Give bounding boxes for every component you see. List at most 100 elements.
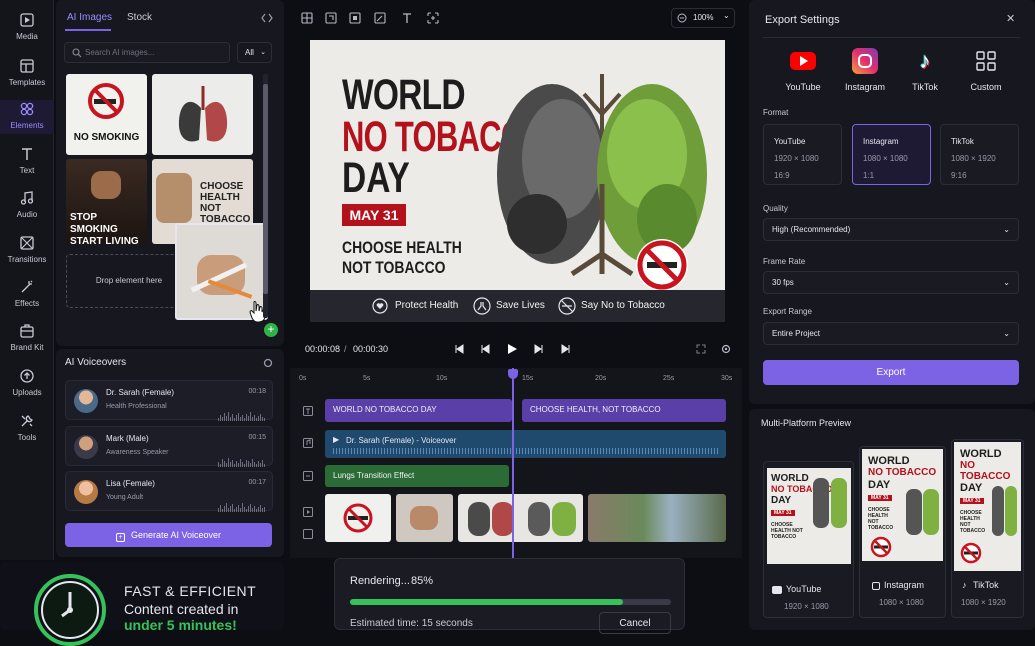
voice-item[interactable]: Lisa (Female) Young Adult 00:17 [65,471,273,512]
lung-shape [831,478,847,528]
rail-item-tools[interactable]: Tools [0,413,54,442]
rail-item-audio[interactable]: Audio [0,190,54,219]
text-clip[interactable]: WORLD NO TOBACCO DAY [325,399,512,422]
skip-end-icon[interactable] [561,344,571,354]
drop-zone[interactable]: Drop element here [66,254,192,308]
rail-item-media[interactable]: Media [0,12,54,41]
search-input[interactable]: Search AI images... [64,42,230,63]
tab-ai-images[interactable]: AI Images [67,12,112,23]
video-clip-lungs[interactable] [458,494,583,542]
video-clip-outdoor[interactable] [588,494,726,542]
platform-youtube[interactable]: YouTube [773,48,833,92]
format-option-instagram[interactable]: Instagram 1080 × 1080 1:1 [852,124,931,185]
mini-date: MAY 31 [960,498,984,504]
add-plus-icon[interactable]: + [264,323,278,337]
playhead-handle[interactable] [508,369,518,379]
video-clip-hand[interactable] [396,494,453,542]
format-size: 1080 × 1920 [951,154,996,163]
preview-card-tiktok[interactable]: WORLD NO TOBACCO DAY MAY 31 CHOOSE HEALT… [951,439,1024,618]
tree-hand-image [156,173,192,223]
fullscreen-icon[interactable] [696,344,706,354]
scrollbar-thumb[interactable] [263,84,268,294]
voiceovers-panel: AI Voiceovers Dr. Sarah (Female) Health … [56,349,284,557]
voice-name: Lisa (Female) [106,479,155,488]
filter-dropdown[interactable]: All ⌄ [237,42,272,63]
rail-item-brand-kit[interactable]: Brand Kit [0,323,54,352]
rail-item-text[interactable]: Text [0,146,54,175]
playhead[interactable] [512,368,514,558]
rail-item-effects[interactable]: Effects [0,279,54,308]
add-box-icon: + [115,533,125,542]
video-preview[interactable]: WORLD NO TOBACCO DAY MAY 31 CHOOSE HEALT… [310,40,725,322]
swap-arrows-icon[interactable] [261,13,273,23]
scrollbar-track[interactable] [263,74,268,318]
resize-icon[interactable] [349,12,361,24]
edit-shape-icon[interactable] [374,12,386,24]
crop-icon[interactable] [325,12,337,24]
zoom-out-icon[interactable] [677,13,687,23]
chevron-down-icon: ⌄ [723,11,730,20]
format-option-youtube[interactable]: YouTube 1920 × 1080 16:9 [763,124,842,185]
text-clip[interactable]: CHOOSE HEALTH, NOT TOBACCO [522,399,726,422]
step-forward-icon[interactable] [534,344,544,354]
rail-item-transitions[interactable]: Transitions [0,235,54,264]
rail-item-templates[interactable]: Templates [0,58,54,87]
thumb-lungs[interactable] [152,74,253,155]
preview-card-youtube[interactable]: WORLD NO TOBACCO DAY MAY 31 CHOOSE HEALT… [763,461,854,618]
format-option-tiktok[interactable]: TikTok 1080 × 1920 9:16 [940,124,1019,185]
text-tool-icon[interactable] [401,12,413,24]
quality-select[interactable]: High (Recommended) ⌄ [763,218,1019,241]
voiceover-clip[interactable]: ▶ Dr. Sarah (Female) - Voiceover [325,430,726,458]
rail-label: Templates [8,78,46,87]
step-back-icon[interactable] [480,344,490,354]
tab-stock[interactable]: Stock [127,12,152,23]
mini-headline: WORLD [960,448,1002,460]
settings-icon[interactable] [263,358,273,368]
voice-item[interactable]: Dr. Sarah (Female) Health Professional 0… [65,380,273,421]
frame-rate-select[interactable]: 30 fps ⌄ [763,271,1019,294]
voice-name: Mark (Male) [106,434,149,443]
platform-custom[interactable]: Custom [956,48,1016,92]
tiktok-icon: ♪ [962,580,967,590]
video-clip-no-smoking[interactable] [325,494,391,542]
skip-start-icon[interactable] [454,344,464,354]
filter-value: All [245,48,254,57]
rail-item-uploads[interactable]: Uploads [0,368,54,397]
feature-label: Save Lives [496,300,545,311]
play-icon[interactable] [507,343,518,355]
instagram-icon [872,582,880,590]
mini-poster: WORLD NO TOBACCO DAY MAY 31 CHOOSE HEALT… [954,442,1021,571]
platform-instagram[interactable]: Instagram [835,48,895,92]
text-track-icon [303,406,313,416]
promo-banner: FAST & EFFICIENT Content created in unde… [0,562,284,646]
preview-platform: TikTok [973,580,999,590]
generate-voiceover-button[interactable]: + Generate AI Voiceover [65,523,272,547]
effect-clip[interactable]: Lungs Transition Effect [325,465,509,487]
cancel-button[interactable]: Cancel [599,612,671,634]
export-range-select[interactable]: Entire Project ⌄ [763,322,1019,345]
settings-icon[interactable] [721,344,731,354]
grid-layout-icon[interactable] [301,12,313,24]
rail-item-elements[interactable]: Elements [0,100,54,134]
progress-fill [350,599,623,605]
preview-card-instagram[interactable]: WORLD NO TOBACCO DAY MAY 31 CHOOSE HEALT… [859,446,946,618]
lung-shape [492,502,514,536]
timeline[interactable]: 0s 5s 10s 15s 20s 25s 30s WORLD NO TOBAC… [290,368,742,558]
search-placeholder: Search AI images... [85,48,155,57]
voice-item[interactable]: Mark (Male) Awareness Speaker 00:15 [65,426,273,467]
headline-world: WORLD [342,71,466,119]
mini-poster: WORLD NO TOBACCO DAY MAY 31 CHOOSE HEALT… [862,449,943,561]
feature-label: Say No to Tobacco [581,300,665,311]
thumb-no-smoking[interactable]: NO SMOKING [66,74,147,155]
thumb-stop-smoking[interactable]: STOP SMOKING START LIVING [66,159,147,244]
quality-value: High (Recommended) [772,225,851,234]
zoom-control[interactable]: 100% ⌄ [671,8,735,28]
platform-tiktok[interactable]: ♪ TikTok [895,48,955,92]
close-icon[interactable]: ✕ [1006,12,1015,25]
rendering-dialog: Rendering... 85% Estimated time: 15 seco… [334,558,685,634]
frame-rate-label: Frame Rate [763,257,806,266]
platform-label: Instagram [844,82,886,92]
export-button[interactable]: Export [763,360,1019,385]
mini-date: MAY 31 [868,495,892,501]
magic-select-icon[interactable] [427,12,439,24]
